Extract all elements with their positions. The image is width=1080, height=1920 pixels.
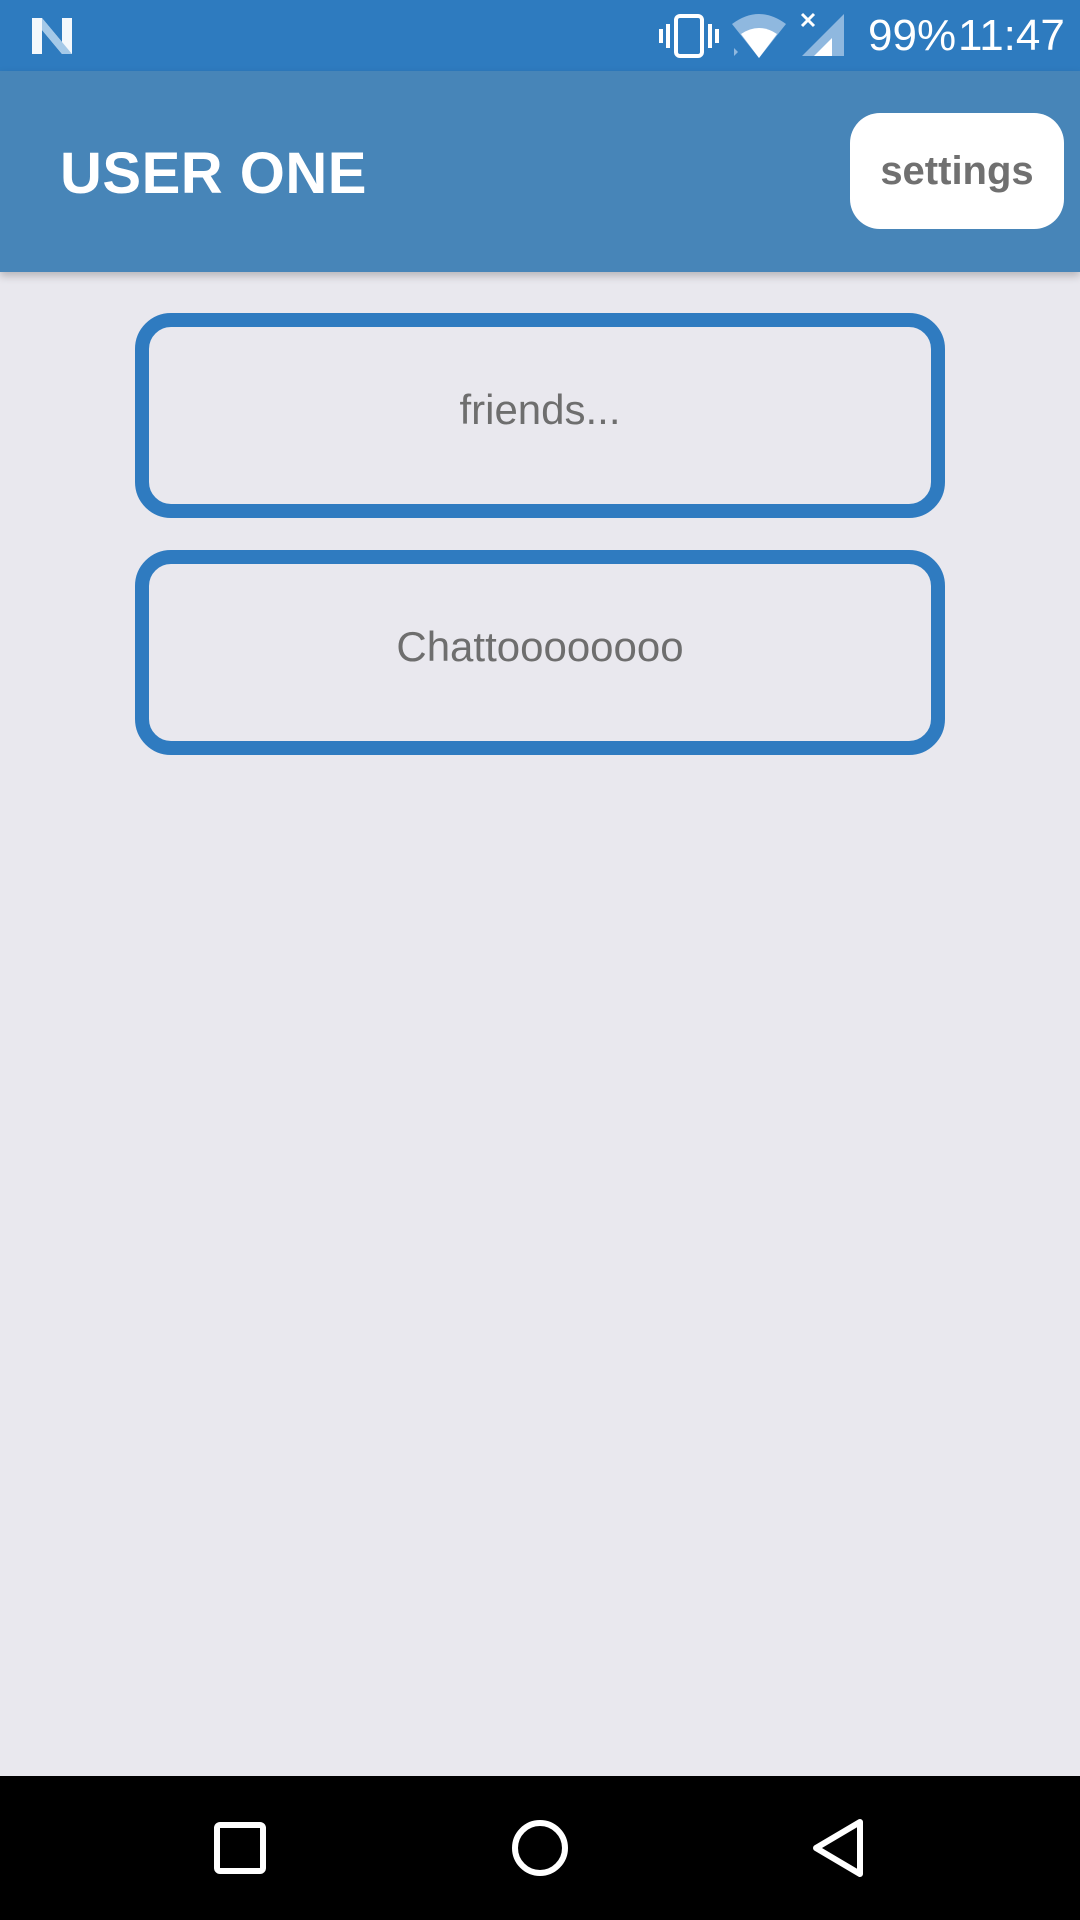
status-bar: 99% 11:47 bbox=[0, 0, 1080, 71]
battery-percentage: 99% bbox=[868, 11, 957, 60]
vibrate-icon bbox=[659, 14, 719, 58]
wifi-icon bbox=[732, 14, 786, 58]
friends-button[interactable]: friends... bbox=[135, 313, 945, 518]
chat-button[interactable]: Chattoooooooo bbox=[135, 550, 945, 755]
navigation-bar bbox=[0, 1776, 1080, 1920]
main-content: friends... Chattoooooooo bbox=[0, 272, 1080, 1776]
n-logo-icon bbox=[32, 18, 72, 54]
chat-button-label: Chattoooooooo bbox=[396, 623, 684, 670]
app-bar: USER ONE settings bbox=[0, 71, 1080, 272]
recents-icon bbox=[214, 1822, 266, 1874]
home-button[interactable] bbox=[490, 1798, 590, 1898]
friends-button-label: friends... bbox=[459, 386, 621, 433]
back-button[interactable] bbox=[790, 1798, 890, 1898]
home-icon bbox=[512, 1820, 568, 1876]
recents-button[interactable] bbox=[190, 1798, 290, 1898]
page-title: USER ONE bbox=[60, 141, 367, 206]
clock-time: 11:47 bbox=[958, 11, 1065, 60]
settings-button[interactable]: settings bbox=[850, 113, 1064, 229]
back-icon bbox=[813, 1819, 863, 1877]
signal-icon bbox=[800, 12, 844, 56]
